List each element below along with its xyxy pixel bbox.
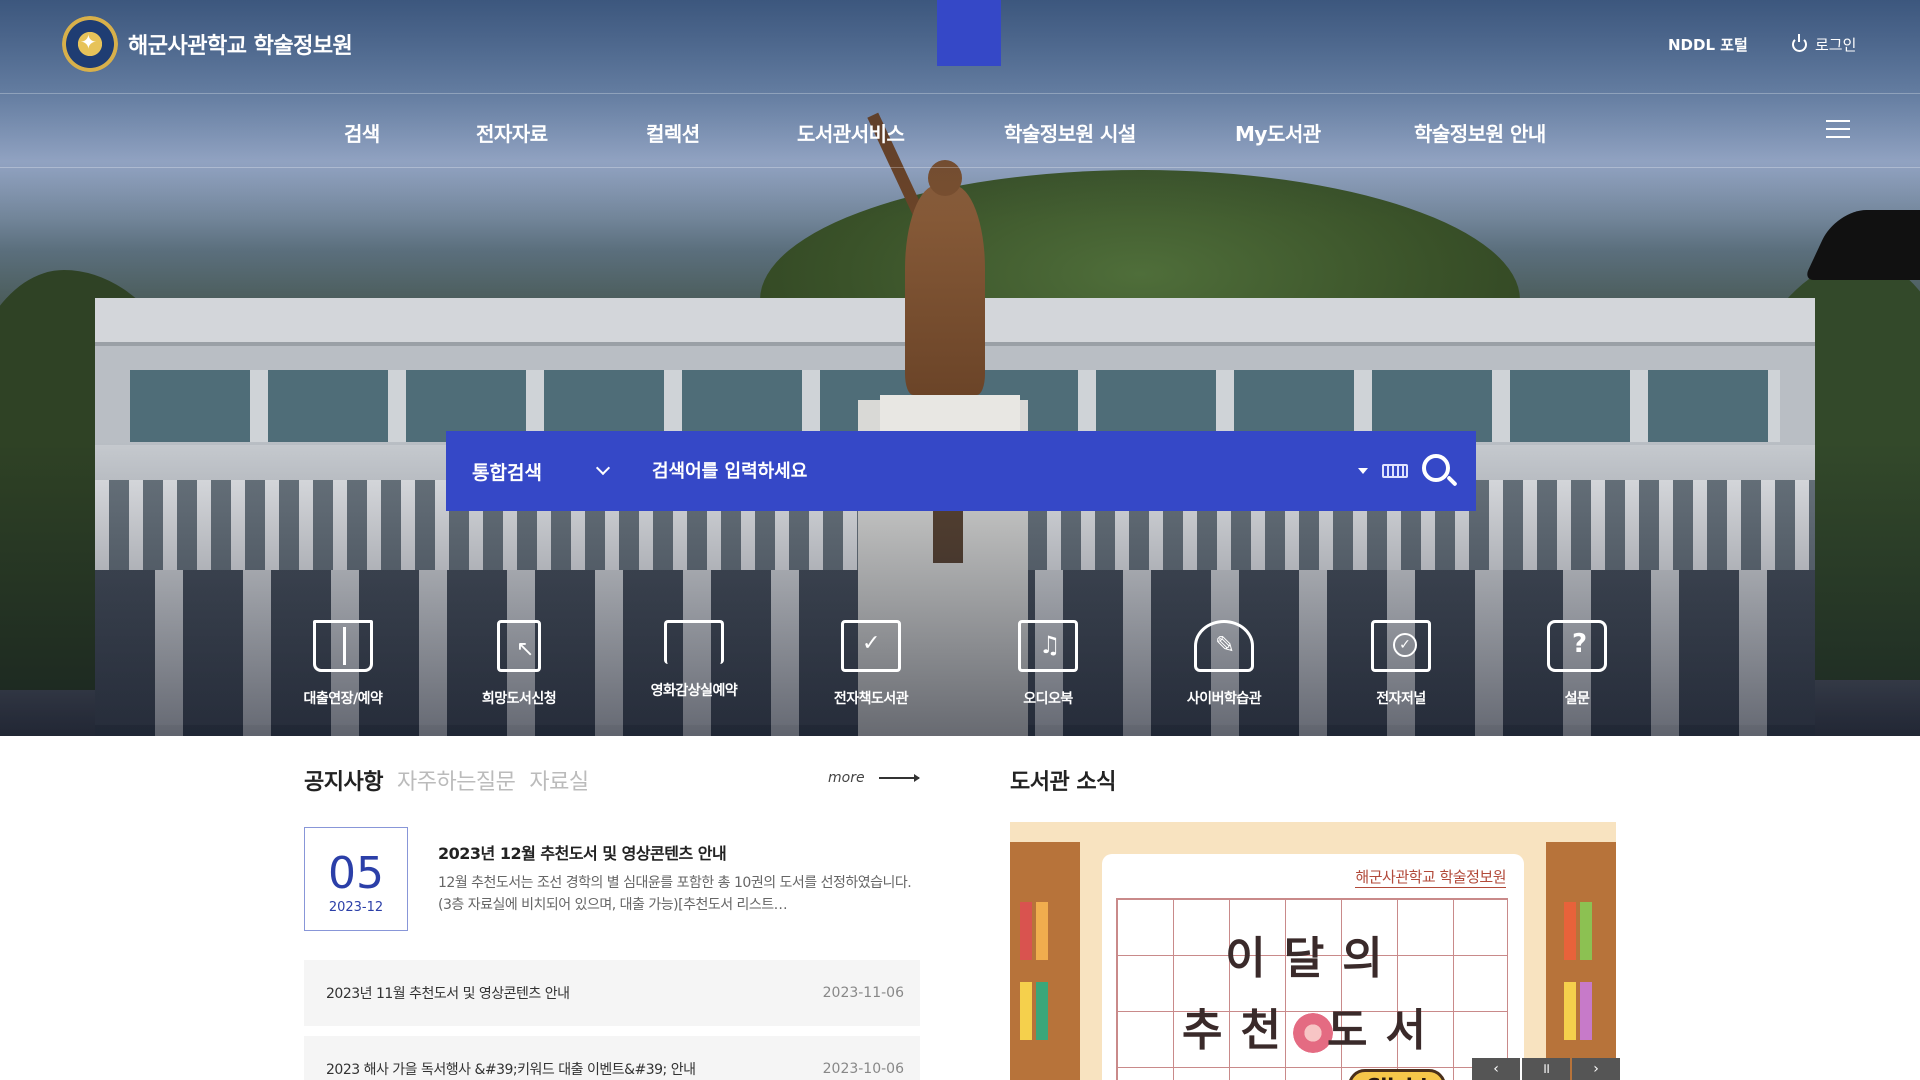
tab-notice[interactable]: 공지사항	[304, 764, 383, 796]
nav-collection[interactable]: 컬렉션	[646, 118, 700, 147]
hamburger-menu-icon[interactable]	[1826, 120, 1850, 140]
featured-date-box: 05 2023-12	[304, 827, 408, 931]
news-slider-controls: ‹ ॥ ›	[1472, 1058, 1622, 1080]
quick-link-survey[interactable]: 설문	[1507, 620, 1647, 708]
tab-archive[interactable]: 자료실	[529, 764, 589, 796]
more-label: more	[828, 770, 865, 786]
site-logo[interactable]: 해군사관학교 학술정보원	[62, 16, 353, 72]
top-bar: 해군사관학교 학술정보원 NDDL 포털 로그인	[0, 0, 1920, 94]
top-accent-tab	[937, 0, 1001, 66]
keyboard-icon[interactable]	[1382, 464, 1408, 478]
book-spine	[1036, 982, 1048, 1040]
nddl-portal-link[interactable]: NDDL 포털	[1668, 34, 1748, 55]
poster-heading-part-b: 도서	[1327, 1005, 1444, 1056]
featured-notice-title[interactable]: 2023년 12월 추천도서 및 영상콘텐츠 안내	[438, 840, 727, 864]
poster-heading-line1: 이달의	[1225, 933, 1401, 984]
quick-link-label: 사이버학습관	[1186, 691, 1262, 707]
quick-link-ejournal[interactable]: 전자저널	[1331, 620, 1471, 708]
quick-link-cyber-learning[interactable]: 사이버학습관	[1154, 620, 1294, 708]
journal-check-icon	[1371, 620, 1431, 672]
quick-link-label: 오디오북	[1023, 691, 1073, 707]
search-scope-select[interactable]: 통합검색	[446, 431, 632, 511]
monitor-check-icon	[841, 620, 901, 672]
poster-heading-line2: 추천 도서	[1102, 994, 1524, 1058]
notice-item-title: 2023년 11월 추천도서 및 영상콘텐츠 안내	[326, 986, 570, 1002]
quick-link-label: 희망도서신청	[481, 691, 557, 707]
login-label: 로그인	[1815, 36, 1857, 54]
featured-day: 05	[328, 848, 384, 899]
book-spine	[1020, 982, 1032, 1040]
quick-link-label: 설문	[1564, 691, 1590, 707]
notice-item-title: 2023 해사 가을 독서행사 &#39;키워드 대출 이벤트&#39; 안내	[326, 1062, 696, 1078]
more-link[interactable]: more	[828, 770, 920, 786]
poster-org-name: 해군사관학교 학술정보원	[1355, 868, 1506, 888]
notice-item-date: 2023-10-06	[822, 1061, 904, 1077]
audio-book-icon	[1018, 620, 1078, 672]
quick-link-movie-room[interactable]: 영화감상실예약	[624, 620, 764, 700]
quick-link-label: 대출연장/예약	[303, 691, 383, 707]
book-spine	[1020, 902, 1032, 960]
nav-e-resources[interactable]: 전자자료	[476, 118, 548, 147]
poster-heading-part-a: 추천	[1182, 1005, 1299, 1056]
book-spine	[1564, 982, 1576, 1040]
search-scope-label: 통합검색	[472, 461, 542, 484]
nav-facilities[interactable]: 학술정보원 시설	[1004, 118, 1136, 147]
desk-icon	[664, 620, 724, 664]
library-news-title: 도서관 소식	[1010, 770, 1116, 795]
bookshelf-left	[1010, 842, 1080, 1080]
slider-prev-icon[interactable]: ‹	[1472, 1058, 1520, 1080]
quick-link-label: 영화감상실예약	[650, 683, 738, 699]
search-icon[interactable]	[1422, 454, 1450, 482]
book-spine	[1564, 902, 1576, 960]
search-history-dropdown-icon[interactable]	[1358, 468, 1368, 474]
quick-link-book-request[interactable]: 희망도서신청	[449, 620, 589, 708]
poster-click-button[interactable]: Click!	[1348, 1069, 1446, 1080]
slider-pause-icon[interactable]: ॥	[1522, 1058, 1570, 1080]
power-icon	[1792, 34, 1807, 52]
person-study-icon	[1194, 620, 1254, 672]
book-icon	[313, 620, 373, 672]
book-spine	[1580, 902, 1592, 960]
quick-link-label: 전자책도서관	[833, 691, 909, 707]
search-input[interactable]	[632, 431, 1358, 511]
nav-search[interactable]: 검색	[344, 118, 380, 147]
slider-next-icon[interactable]: ›	[1572, 1058, 1620, 1080]
file-cursor-icon	[497, 620, 541, 672]
chevron-down-icon	[595, 460, 611, 476]
login-button[interactable]: 로그인	[1792, 34, 1856, 55]
tab-faq[interactable]: 자주하는질문	[397, 764, 516, 796]
notice-item[interactable]: 2023년 11월 추천도서 및 영상콘텐츠 안내 2023-11-06	[304, 960, 920, 1026]
notice-item-date: 2023-11-06	[822, 985, 904, 1001]
quick-link-label: 전자저널	[1376, 691, 1426, 707]
notice-tabs: 공지사항 자주하는질문 자료실	[304, 764, 589, 796]
quick-link-ebook[interactable]: 전자책도서관	[801, 620, 941, 708]
library-news-banner[interactable]: 해군사관학교 학술정보원 이달의 추천 도서 Click!	[1010, 822, 1616, 1080]
quick-link-audiobook[interactable]: 오디오북	[978, 620, 1118, 708]
bookshelf-right	[1546, 842, 1616, 1080]
nav-library-services[interactable]: 도서관서비스	[797, 118, 905, 147]
notice-item[interactable]: 2023 해사 가을 독서행사 &#39;키워드 대출 이벤트&#39; 안내 …	[304, 1036, 920, 1080]
nav-my-library[interactable]: My도서관	[1235, 118, 1321, 147]
main-navigation: 검색 전자자료 컬렉션 도서관서비스 학술정보원 시설 My도서관 학술정보원 …	[0, 94, 1920, 168]
featured-year-month: 2023-12	[328, 900, 384, 915]
search-bar: 통합검색	[446, 431, 1476, 511]
book-spine	[1580, 982, 1592, 1040]
featured-notice-desc: 12월 추천도서는 조선 경학의 별 심대윤를 포함한 총 10권의 도서를 선…	[438, 875, 912, 913]
survey-bubble-icon	[1547, 620, 1607, 672]
arrow-right-icon	[878, 774, 920, 782]
quick-link-loan-renewal[interactable]: 대출연장/예약	[273, 620, 413, 708]
book-spine	[1036, 902, 1048, 960]
academy-emblem-icon	[62, 16, 118, 72]
site-title: 해군사관학교 학술정보원	[128, 34, 353, 59]
news-poster: 해군사관학교 학술정보원 이달의 추천 도서 Click!	[1102, 854, 1524, 1080]
nav-about[interactable]: 학술정보원 안내	[1414, 118, 1546, 147]
